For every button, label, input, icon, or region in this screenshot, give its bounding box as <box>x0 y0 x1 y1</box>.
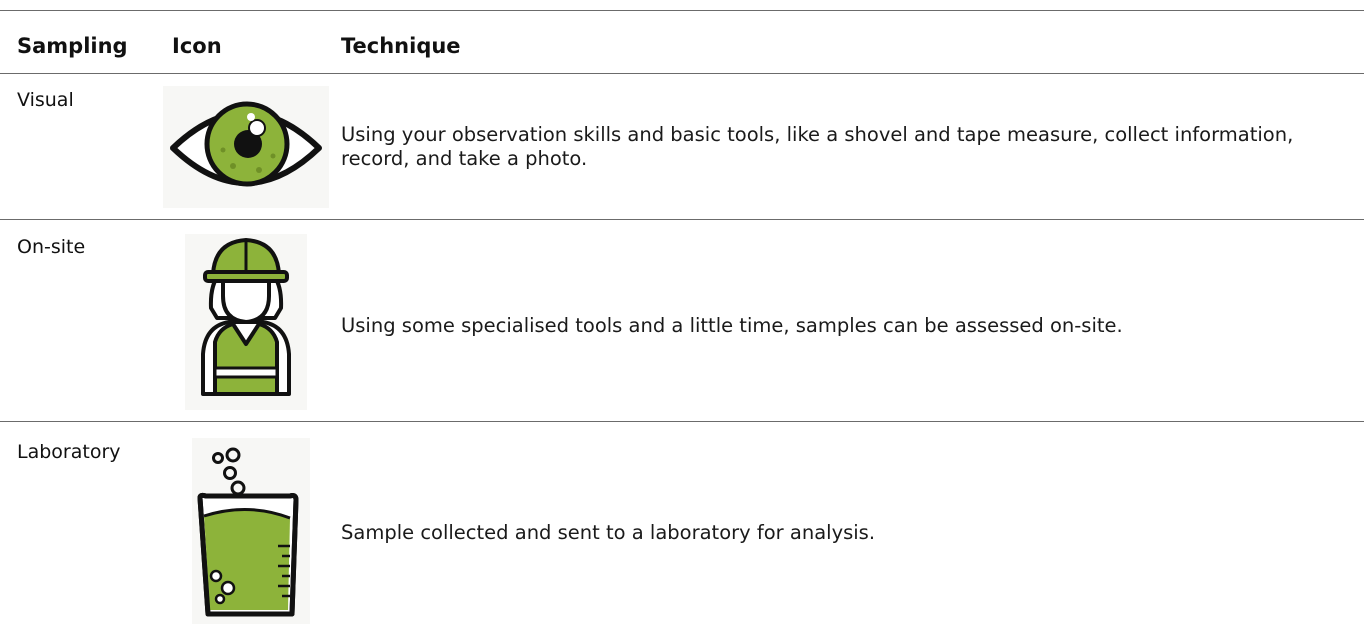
header-icon: Icon <box>172 34 222 58</box>
row-label-on-site: On-site <box>17 236 86 258</box>
row-label-laboratory: Laboratory <box>17 441 121 463</box>
table-top-rule <box>0 10 1364 11</box>
beaker-icon <box>192 438 310 624</box>
header-sampling: Sampling <box>17 34 128 58</box>
header-technique: Technique <box>341 34 461 58</box>
worker-icon <box>185 234 307 410</box>
row-description-visual: Using your observation skills and basic … <box>341 123 1294 170</box>
row-divider-2 <box>0 421 1364 422</box>
row-label-visual: Visual <box>17 89 74 111</box>
header-bottom-rule <box>0 73 1364 74</box>
row-description-laboratory: Sample collected and sent to a laborator… <box>341 521 876 544</box>
eye-icon <box>163 86 329 208</box>
row-description-on-site: Using some specialised tools and a littl… <box>341 314 1123 337</box>
row-divider-1 <box>0 219 1364 220</box>
